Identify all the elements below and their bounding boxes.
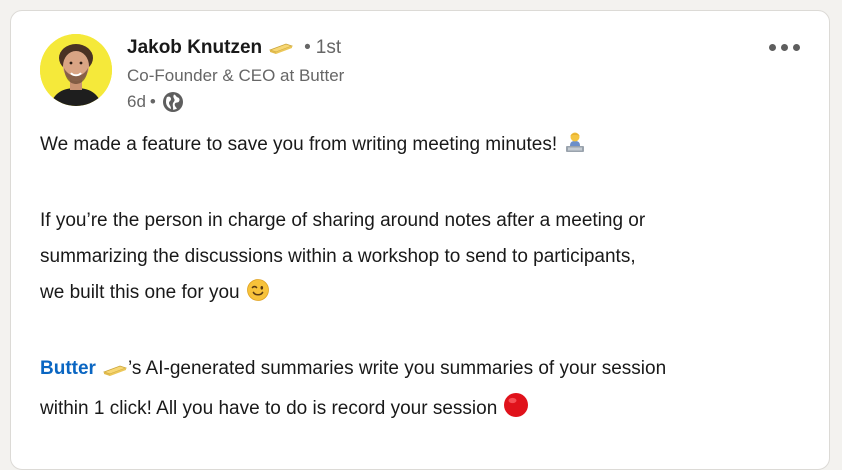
paragraph-line: summarizing the discussions within a wor… <box>40 246 636 267</box>
more-horizontal-icon <box>792 43 800 51</box>
more-horizontal-icon <box>780 43 788 51</box>
post-paragraph: We made a feature to save you from writi… <box>40 127 800 167</box>
post-paragraph: Butter ’s AI-generated summaries write y… <box>40 351 800 431</box>
degree-separator: • <box>304 37 311 58</box>
globe-icon <box>162 91 184 113</box>
red-circle-emoji <box>503 392 529 431</box>
winking-face-emoji <box>246 278 270 315</box>
post-paragraph: If you’re the person in charge of sharin… <box>40 203 800 315</box>
author-headline: Co-Founder & CEO at Butter <box>127 66 345 85</box>
author-name-row: Jakob Knutzen • 1st <box>127 35 344 61</box>
time-separator: • <box>149 92 156 111</box>
paragraph-text: We made a feature to save you from writi… <box>40 134 558 155</box>
butter-emoji <box>268 41 294 55</box>
post-time: 6d <box>127 92 146 111</box>
butter-emoji <box>102 355 128 391</box>
paragraph-line: we built this one for you <box>40 282 240 303</box>
company-mention-link[interactable]: Butter <box>40 358 96 379</box>
paragraph-text: ’s AI-generated summaries write you summ… <box>127 358 667 379</box>
post-body: We made a feature to save you from writi… <box>40 127 800 431</box>
author-info: Jakob Knutzen • 1st Co-Founder & CEO at B… <box>127 35 344 115</box>
more-horizontal-icon <box>768 43 776 51</box>
more-options-button[interactable] <box>761 35 807 59</box>
connection-degree: • 1st <box>304 37 341 59</box>
author-avatar[interactable] <box>40 34 112 106</box>
paragraph-line: within 1 click! All you have to do is re… <box>40 398 498 419</box>
post-card: Jakob Knutzen • 1st Co-Founder & CEO at B… <box>10 10 830 470</box>
avatar-photo <box>40 34 112 106</box>
author-name[interactable]: Jakob Knutzen <box>127 37 262 59</box>
connection-degree-label: 1st <box>315 37 342 58</box>
technologist-emoji <box>563 130 587 167</box>
post-meta: 6d • <box>127 89 344 115</box>
paragraph-line: If you’re the person in charge of sharin… <box>40 210 646 231</box>
